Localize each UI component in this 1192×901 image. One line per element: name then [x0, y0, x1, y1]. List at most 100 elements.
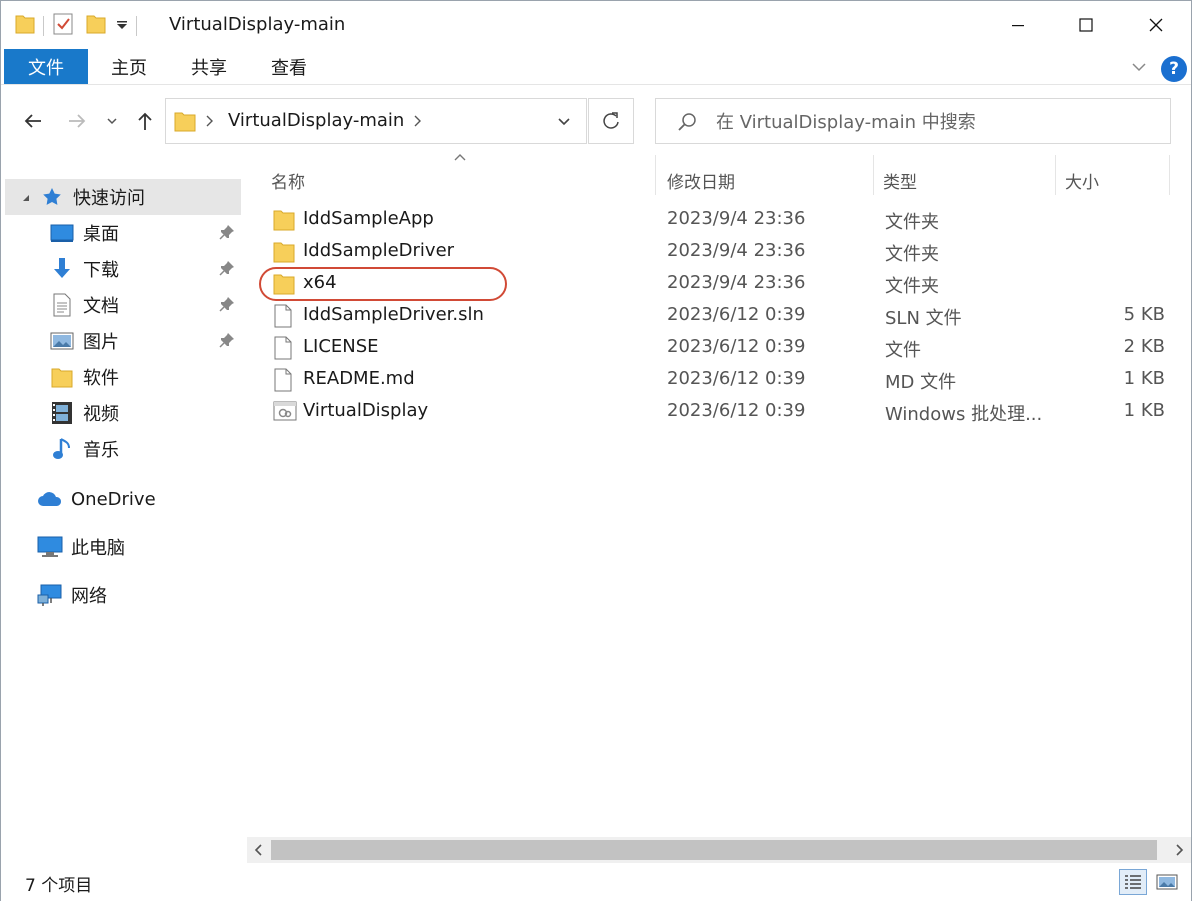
sidebar-item-videos[interactable]: 视频 — [5, 395, 241, 431]
arrow-right-icon — [69, 114, 86, 128]
large-icons-view-button[interactable] — [1153, 869, 1181, 895]
tab-share[interactable]: 共享 — [177, 49, 241, 84]
column-header-name[interactable]: 名称 — [271, 165, 305, 195]
sidebar-item-desktop[interactable]: 桌面 — [5, 215, 241, 251]
chevron-right-icon[interactable] — [412, 113, 422, 133]
table-row[interactable]: LICENSE 2023/6/12 0:39 文件 2 KB — [265, 333, 1165, 363]
sidebar-item-label: OneDrive — [71, 488, 156, 510]
sidebar-item-label: 网络 — [71, 586, 107, 607]
column-header-date[interactable]: 修改日期 — [667, 165, 735, 195]
tab-file[interactable]: 文件 — [4, 49, 88, 84]
file-date: 2023/6/12 0:39 — [667, 368, 806, 389]
column-divider[interactable] — [655, 155, 656, 195]
search-input[interactable] — [716, 109, 1156, 135]
scroll-left-button[interactable] — [249, 840, 269, 860]
folder-icon — [273, 208, 297, 232]
arrow-up-icon — [138, 112, 152, 130]
music-icon — [49, 436, 75, 462]
sidebar-item-label: 下载 — [83, 260, 119, 281]
file-size: 2 KB — [1123, 336, 1165, 357]
arrow-left-icon — [24, 114, 41, 128]
column-divider[interactable] — [873, 155, 874, 195]
table-row[interactable]: IddSampleDriver.sln 2023/6/12 0:39 SLN 文… — [265, 301, 1165, 331]
column-header-type[interactable]: 类型 — [883, 165, 917, 195]
back-button[interactable] — [21, 109, 45, 133]
pin-icon[interactable] — [219, 260, 235, 281]
column-header-size[interactable]: 大小 — [1065, 165, 1099, 195]
file-name: README.md — [303, 368, 415, 389]
up-button[interactable] — [133, 109, 157, 133]
folder-icon — [174, 109, 196, 138]
file-date: 2023/9/4 23:36 — [667, 208, 806, 229]
column-divider[interactable] — [1055, 155, 1056, 195]
large-icons-view-icon — [1156, 874, 1178, 890]
sidebar-item-downloads[interactable]: 下载 — [5, 251, 241, 287]
address-bar[interactable]: VirtualDisplay-main — [165, 98, 587, 144]
sidebar-item-quick-access[interactable]: 快速访问 — [5, 179, 241, 215]
tab-home[interactable]: 主页 — [97, 49, 161, 84]
close-button[interactable] — [1121, 1, 1191, 49]
sidebar-item-network[interactable]: 网络 — [5, 577, 241, 613]
scroll-right-button[interactable] — [1169, 840, 1189, 860]
toolbar-divider — [136, 16, 137, 36]
file-type: SLN 文件 — [885, 308, 962, 329]
refresh-button[interactable] — [588, 98, 634, 144]
navigation-pane: 快速访问 桌面 下载 文档 图片 软件 视频 音乐 OneDrive 此电脑 网… — [1, 155, 245, 837]
horizontal-scrollbar[interactable] — [247, 837, 1191, 863]
table-row[interactable]: IddSampleApp 2023/9/4 23:36 文件夹 — [265, 205, 1165, 235]
sidebar-item-label: 此电脑 — [71, 538, 125, 559]
help-button[interactable]: ? — [1161, 56, 1187, 82]
table-row[interactable]: IddSampleDriver 2023/9/4 23:36 文件夹 — [265, 237, 1165, 267]
forward-button[interactable] — [65, 109, 89, 133]
breadcrumb[interactable]: VirtualDisplay-main — [228, 110, 404, 131]
file-size: 5 KB — [1123, 304, 1165, 325]
file-date: 2023/9/4 23:36 — [667, 272, 806, 293]
customize-toolbar-icon[interactable] — [116, 16, 128, 36]
address-history-dropdown[interactable] — [556, 113, 572, 134]
tab-view[interactable]: 查看 — [257, 49, 321, 84]
file-icon — [273, 368, 297, 392]
chevron-down-icon[interactable] — [21, 187, 31, 208]
sidebar-item-documents[interactable]: 文档 — [5, 287, 241, 323]
explorer-window: VirtualDisplay-main 文件 主页 共享 查看 ? Virtua… — [0, 0, 1192, 901]
item-count: 7 个项目 — [25, 876, 93, 896]
pin-icon[interactable] — [219, 296, 235, 317]
pin-icon[interactable] — [219, 332, 235, 353]
refresh-icon — [603, 112, 619, 129]
sidebar-item-onedrive[interactable]: OneDrive — [5, 481, 241, 517]
maximize-icon — [1079, 18, 1093, 32]
sidebar-item-software[interactable]: 软件 — [5, 359, 241, 395]
properties-icon[interactable] — [52, 12, 74, 41]
sidebar-item-this-pc[interactable]: 此电脑 — [5, 529, 241, 565]
file-name: VirtualDisplay — [303, 400, 429, 421]
sidebar-item-label: 音乐 — [83, 440, 119, 461]
details-view-icon — [1125, 875, 1141, 889]
file-icon — [273, 304, 297, 328]
minimize-button[interactable] — [983, 1, 1053, 49]
file-type: 文件夹 — [885, 244, 939, 265]
pin-icon[interactable] — [219, 224, 235, 245]
sidebar-item-music[interactable]: 音乐 — [5, 431, 241, 467]
toolbar-divider — [43, 16, 44, 36]
maximize-button[interactable] — [1051, 1, 1121, 49]
new-folder-icon[interactable] — [86, 13, 106, 40]
computer-icon — [37, 534, 63, 560]
recent-locations-button[interactable] — [103, 109, 121, 133]
batch-file-icon — [273, 400, 297, 424]
sidebar-item-label: 文档 — [83, 296, 119, 317]
scrollbar-thumb[interactable] — [271, 840, 1157, 860]
column-divider[interactable] — [1169, 155, 1170, 195]
file-size: 1 KB — [1123, 400, 1165, 421]
details-view-button[interactable] — [1119, 869, 1147, 895]
table-row[interactable]: VirtualDisplay 2023/6/12 0:39 Windows 批处… — [265, 397, 1165, 427]
file-name: x64 — [303, 272, 337, 293]
table-row[interactable]: x64 2023/9/4 23:36 文件夹 — [265, 269, 1165, 299]
chevron-right-icon[interactable] — [204, 113, 214, 133]
sidebar-item-label: 快速访问 — [73, 188, 145, 209]
search-box[interactable] — [655, 98, 1171, 144]
navigation-bar: VirtualDisplay-main — [1, 85, 1191, 155]
sidebar-item-pictures[interactable]: 图片 — [5, 323, 241, 359]
table-row[interactable]: README.md 2023/6/12 0:39 MD 文件 1 KB — [265, 365, 1165, 395]
chevron-down-icon — [107, 118, 117, 125]
expand-ribbon-button[interactable] — [1129, 57, 1149, 77]
